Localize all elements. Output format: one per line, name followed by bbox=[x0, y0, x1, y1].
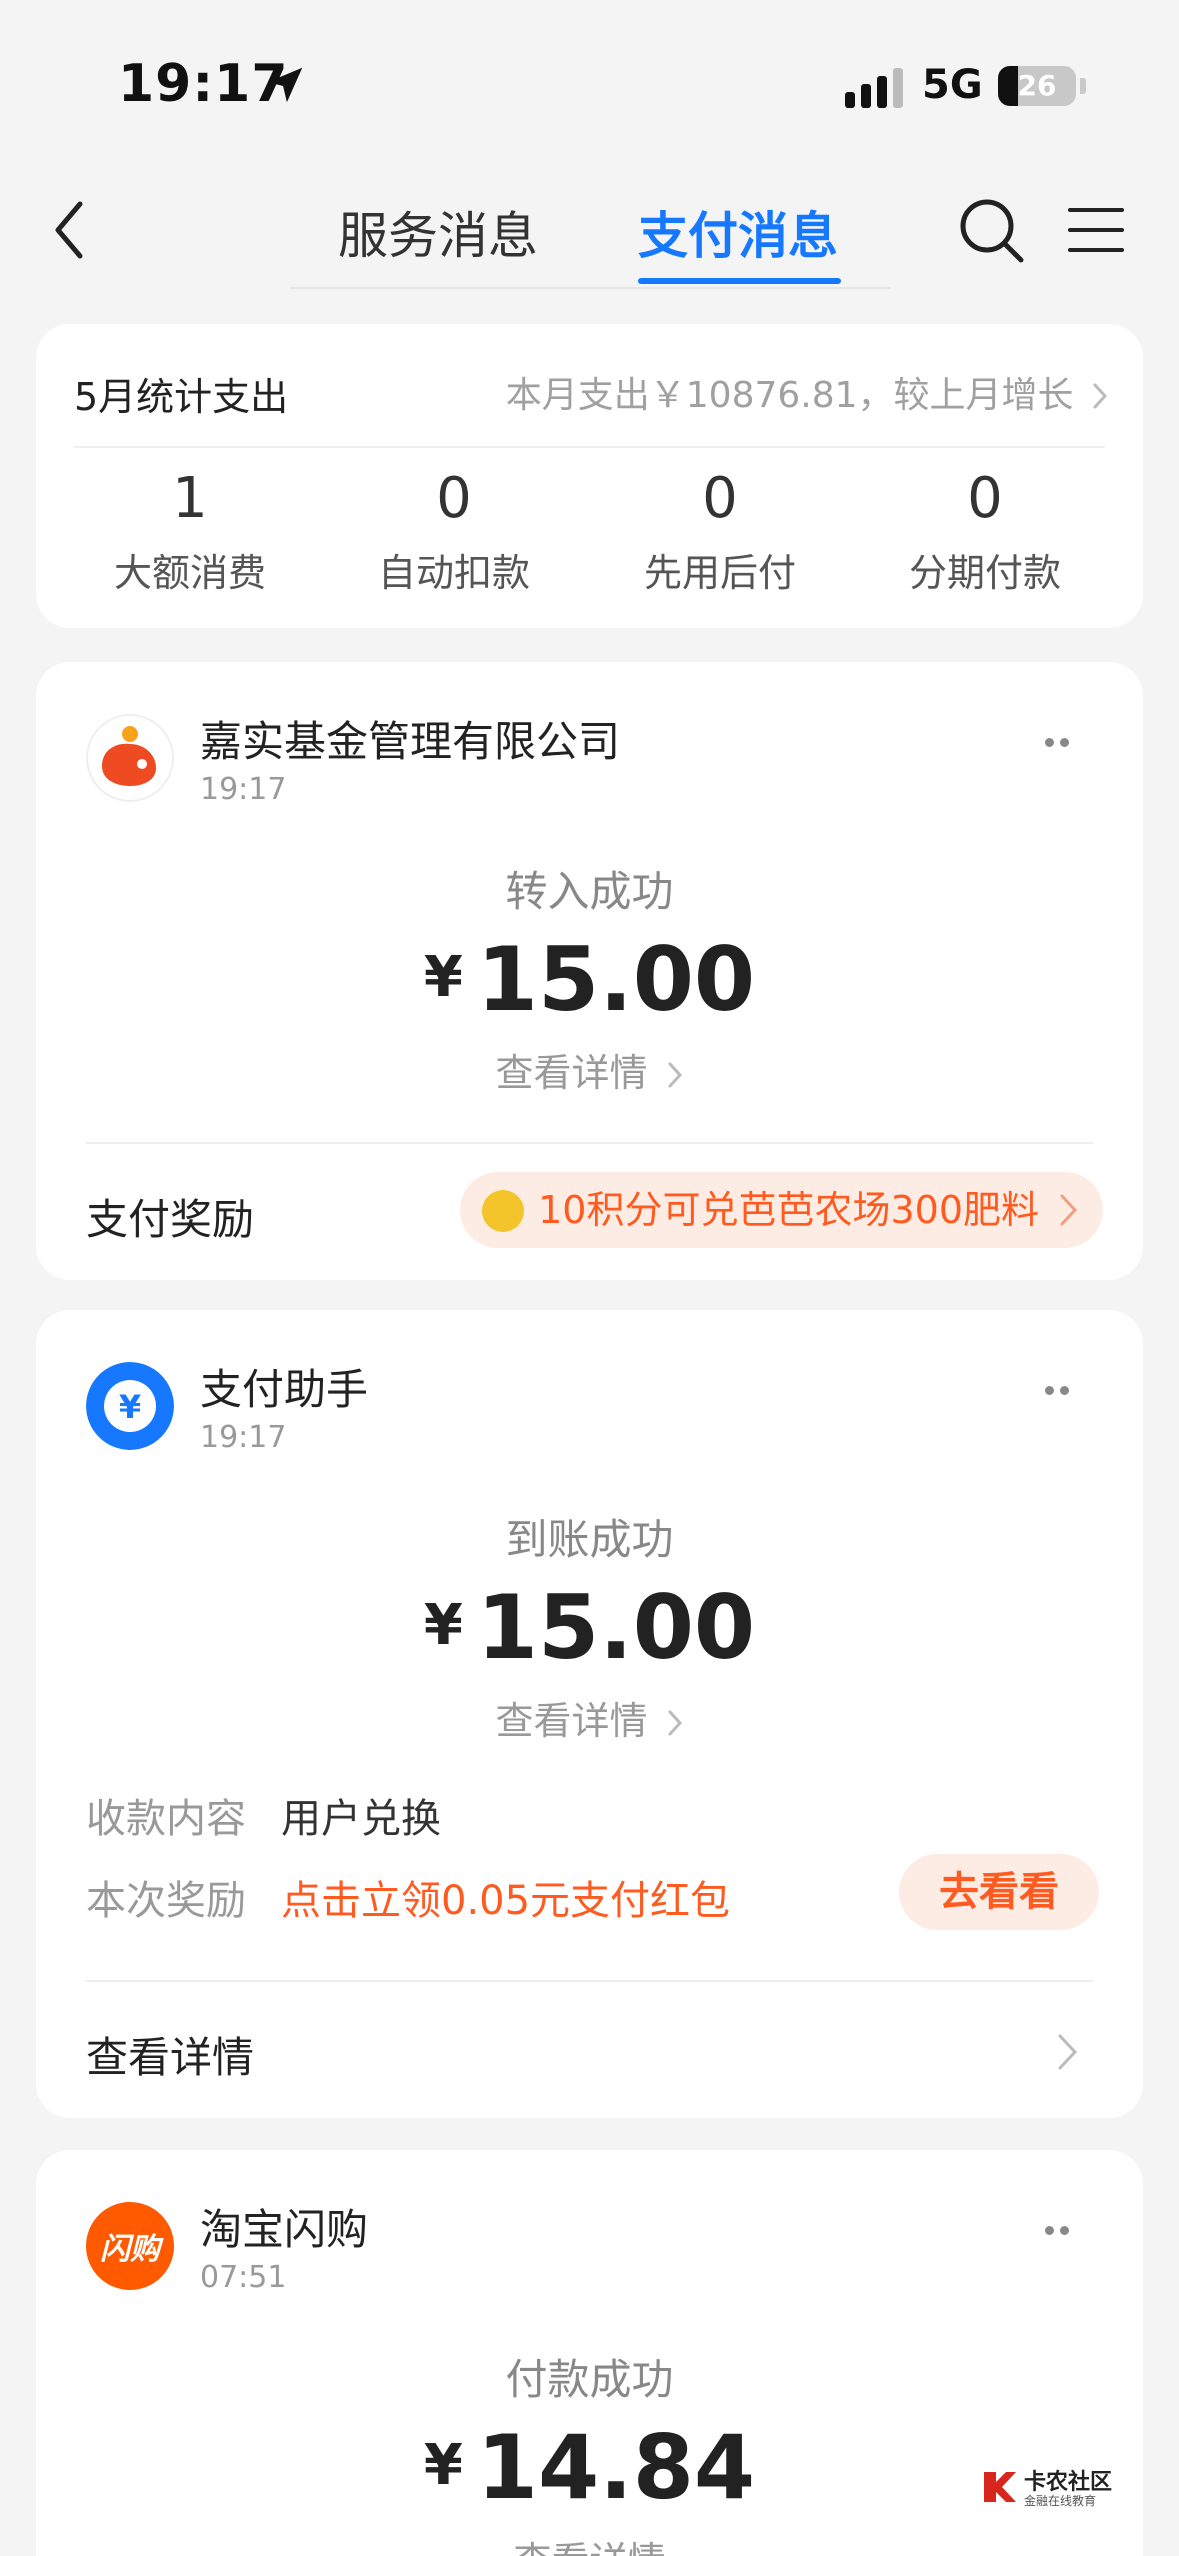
summary-spend-value: 本月支出￥10876.81，较上月增长 bbox=[505, 375, 1074, 416]
currency-symbol: ¥ bbox=[423, 1593, 463, 1658]
view-details-label: 查看详情 bbox=[495, 1699, 648, 1743]
transaction-status: 到账成功 bbox=[505, 1515, 674, 1564]
stat-value: 0 bbox=[436, 466, 472, 531]
message-card-taobao[interactable]: 闪购 淘宝闪购 07:51 付款成功 ¥14.84 查看详情 bbox=[36, 2150, 1143, 2556]
stat-label: 分期付款 bbox=[908, 551, 1061, 595]
more-options-icon[interactable] bbox=[1045, 732, 1085, 752]
view-details-link[interactable]: 查看详情 bbox=[36, 1690, 1143, 1745]
watermark-logo: 卡农社区 金融在线教育 bbox=[980, 2464, 1130, 2512]
stat-installment[interactable]: 0 分期付款 bbox=[870, 464, 1100, 597]
currency-symbol: ¥ bbox=[423, 2433, 463, 2498]
view-details-label: 查看详情 bbox=[495, 1051, 648, 1095]
message-card-assistant[interactable]: ¥ 支付助手 19:17 到账成功 ¥15.00 查看详情 收款内容 用户兑换 … bbox=[36, 1310, 1143, 2118]
tab-divider bbox=[290, 287, 890, 289]
transaction-status: 转入成功 bbox=[505, 867, 674, 916]
chevron-right-icon[interactable] bbox=[1055, 2032, 1081, 2072]
transaction-status: 付款成功 bbox=[505, 2355, 674, 2404]
view-details-link[interactable]: 查看详情 bbox=[36, 2530, 1143, 2556]
payment-assistant-logo-icon: ¥ bbox=[86, 1362, 174, 1450]
signal-icon bbox=[845, 68, 903, 108]
battery-icon: 26 bbox=[998, 66, 1076, 106]
coin-icon bbox=[482, 1190, 525, 1232]
merchant-name: 支付助手 bbox=[200, 1365, 369, 1414]
amount-value: 15.00 bbox=[476, 928, 756, 1031]
fund-company-logo-icon bbox=[86, 714, 174, 802]
watermark-subtitle: 金融在线教育 bbox=[1024, 2494, 1097, 2508]
kanong-logo-icon bbox=[984, 2472, 1016, 2502]
merchant-name: 嘉实基金管理有限公司 bbox=[200, 717, 621, 766]
currency-symbol: ¥ bbox=[423, 945, 463, 1010]
amount-value: 14.84 bbox=[476, 2416, 756, 2519]
location-arrow-icon bbox=[267, 67, 303, 103]
monthly-summary-card[interactable]: 5月统计支出 本月支出￥10876.81，较上月增长 1 大额消费 0 自动扣款… bbox=[36, 324, 1143, 628]
view-details-link[interactable]: 查看详情 bbox=[36, 1042, 1143, 1097]
summary-spend-text[interactable]: 本月支出￥10876.81，较上月增长 bbox=[506, 366, 1109, 418]
summary-title: 5月统计支出 bbox=[74, 375, 289, 419]
chevron-right-icon bbox=[1060, 1194, 1078, 1226]
stat-auto-debit[interactable]: 0 自动扣款 bbox=[339, 464, 569, 597]
content-value: 用户兑换 bbox=[281, 1796, 441, 1842]
svg-text:¥: ¥ bbox=[119, 1388, 141, 1426]
more-options-icon[interactable] bbox=[1045, 1380, 1085, 1400]
payment-reward-label: 支付奖励 bbox=[86, 1195, 255, 1244]
tab-service-messages[interactable]: 服务消息 bbox=[338, 196, 538, 268]
chevron-right-icon bbox=[668, 1710, 682, 1736]
chevron-right-icon bbox=[668, 1062, 682, 1088]
back-arrow-icon[interactable] bbox=[40, 192, 110, 268]
status-bar: 19:17 5G 26 bbox=[0, 0, 1179, 160]
logo-text: 闪购 bbox=[100, 2232, 160, 2267]
reward-key: 本次奖励 bbox=[86, 1878, 246, 1924]
message-card-fund[interactable]: 嘉实基金管理有限公司 19:17 转入成功 ¥15.00 查看详情 支付奖励 1… bbox=[36, 662, 1143, 1280]
stat-value: 0 bbox=[702, 466, 738, 531]
message-time: 07:51 bbox=[200, 2260, 287, 2295]
view-details-label: 查看详情 bbox=[513, 2539, 665, 2556]
message-time: 19:17 bbox=[200, 1420, 287, 1455]
stat-label: 大额消费 bbox=[113, 551, 266, 595]
active-tab-indicator bbox=[638, 278, 841, 284]
search-icon[interactable] bbox=[955, 194, 1027, 266]
chevron-right-icon bbox=[1093, 383, 1108, 409]
stat-value: 1 bbox=[172, 466, 208, 531]
battery-tip bbox=[1080, 78, 1086, 94]
go-see-button[interactable]: 去看看 bbox=[899, 1854, 1099, 1930]
stat-label: 先用后付 bbox=[643, 551, 796, 595]
card-divider bbox=[86, 1142, 1093, 1144]
taobao-flash-logo-icon: 闪购 bbox=[86, 2202, 174, 2290]
network-type: 5G bbox=[922, 62, 983, 108]
transaction-amount: ¥15.00 bbox=[36, 1576, 1143, 1679]
merchant-name: 淘宝闪购 bbox=[200, 2205, 369, 2254]
amount-value: 15.00 bbox=[476, 1576, 756, 1679]
card-divider bbox=[86, 1980, 1093, 1982]
content-key: 收款内容 bbox=[86, 1796, 246, 1842]
top-nav: 服务消息 支付消息 bbox=[0, 170, 1179, 290]
battery-level: 26 bbox=[1017, 69, 1057, 102]
reward-text: 10积分可兑芭芭农场300肥料 bbox=[538, 1188, 1039, 1232]
stat-label: 自动扣款 bbox=[377, 551, 530, 595]
more-options-icon[interactable] bbox=[1045, 2220, 1085, 2240]
menu-icon[interactable] bbox=[1066, 202, 1126, 258]
summary-divider bbox=[74, 446, 1105, 448]
view-details-row-label[interactable]: 查看详情 bbox=[86, 2024, 254, 2085]
tab-payment-messages[interactable]: 支付消息 bbox=[638, 196, 838, 268]
reward-pill[interactable]: 10积分可兑芭芭农场300肥料 bbox=[460, 1172, 1103, 1248]
transaction-amount: ¥15.00 bbox=[36, 928, 1143, 1031]
transaction-amount: ¥14.84 bbox=[36, 2416, 1143, 2519]
stat-value: 0 bbox=[967, 466, 1003, 531]
message-time: 19:17 bbox=[200, 772, 287, 807]
reward-value-link[interactable]: 点击立领0.05元支付红包 bbox=[281, 1868, 730, 1926]
stat-pay-later[interactable]: 0 先用后付 bbox=[605, 464, 835, 597]
stat-large-spend[interactable]: 1 大额消费 bbox=[75, 464, 305, 597]
